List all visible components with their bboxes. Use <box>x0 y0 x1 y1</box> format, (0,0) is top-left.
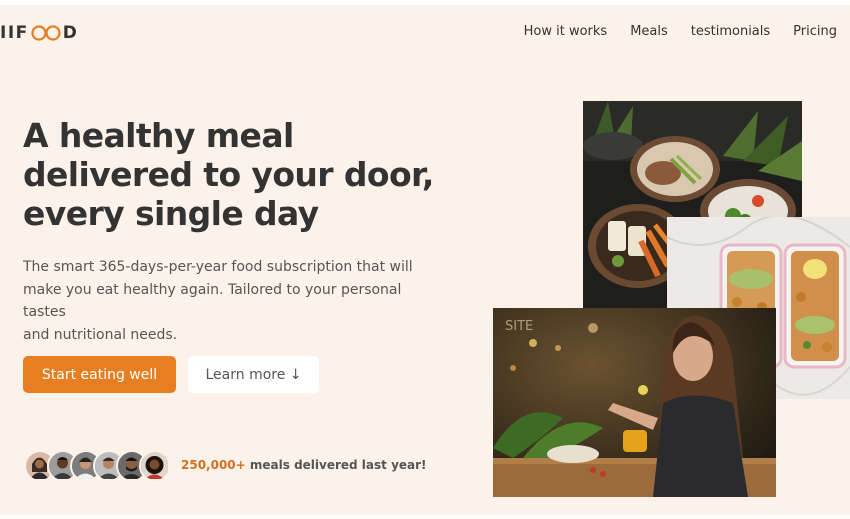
meals-delivered-label: meals delivered last year! <box>245 458 427 472</box>
logo-text-right: D <box>62 23 79 43</box>
nav-link-testimonials[interactable]: testimonials <box>691 24 770 39</box>
hero-description-line: make you eat healthy again. Tailored to … <box>23 281 402 321</box>
customer-avatars <box>24 450 171 482</box>
nav-link-meals[interactable]: Meals <box>630 24 668 39</box>
nav-link-pricing[interactable]: Pricing <box>793 24 837 39</box>
nav-link-how-it-works[interactable]: How it works <box>524 24 608 39</box>
hero-description: The smart 365-days-per-year food subscri… <box>23 256 433 346</box>
hero-description-line: The smart 365-days-per-year food subscri… <box>23 259 413 275</box>
woman-eating-image: SITE <box>493 308 776 497</box>
hero-title: A healthy meal delivered to your door, e… <box>23 116 453 233</box>
main-nav: How it works Meals testimonials Pricing <box>501 24 837 39</box>
customer-avatar <box>139 450 171 482</box>
logo-text-left: IIF <box>0 23 29 43</box>
omnifood-logo[interactable]: IIF D <box>0 20 78 46</box>
hero-title-line: every single day <box>23 194 319 233</box>
meals-delivered-count: 250,000+ <box>181 458 246 472</box>
learn-more-button[interactable]: Learn more ↓ <box>188 356 319 393</box>
start-eating-well-button[interactable]: Start eating well <box>23 356 176 393</box>
hero-title-line: A healthy meal <box>23 116 294 155</box>
bottom-strip <box>0 515 850 519</box>
hero-description-line: and nutritional needs. <box>23 326 178 343</box>
meals-delivered-text: 250,000+ meals delivered last year! <box>181 458 427 472</box>
logo-infinity-icon <box>31 25 61 41</box>
top-strip <box>0 0 850 5</box>
svg-text:SITE: SITE <box>505 319 533 334</box>
hero-title-line: delivered to your door, <box>23 155 434 194</box>
